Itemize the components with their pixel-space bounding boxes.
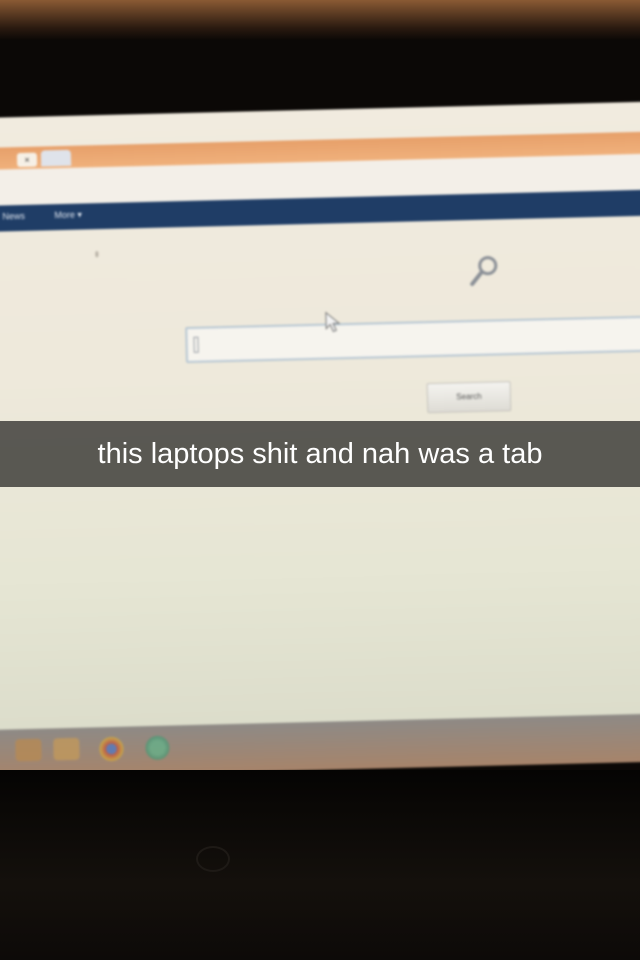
folder-icon[interactable]	[53, 737, 80, 761]
search-icon	[470, 256, 498, 287]
chrome-icon[interactable]	[99, 736, 124, 762]
search-button[interactable]: Search	[426, 381, 512, 414]
browser-tab[interactable]	[40, 149, 72, 167]
tab-close-button[interactable]: ×	[16, 152, 38, 168]
start-icon[interactable]	[15, 738, 42, 762]
app-icon[interactable]	[145, 735, 170, 761]
search-input[interactable]	[185, 315, 640, 364]
background-glow	[0, 0, 640, 40]
snap-caption-bar: this laptops shit and nah was a tab	[0, 421, 640, 487]
nav-item-more[interactable]: More ▾	[54, 210, 82, 222]
nav-item-news[interactable]: News	[2, 211, 25, 222]
webcam-icon	[196, 846, 230, 872]
mouse-cursor-icon	[325, 311, 341, 333]
laptop-bezel	[0, 770, 640, 960]
text-caret	[193, 336, 199, 353]
screen-smudge	[95, 251, 99, 258]
snap-caption-text: this laptops shit and nah was a tab	[97, 438, 543, 470]
